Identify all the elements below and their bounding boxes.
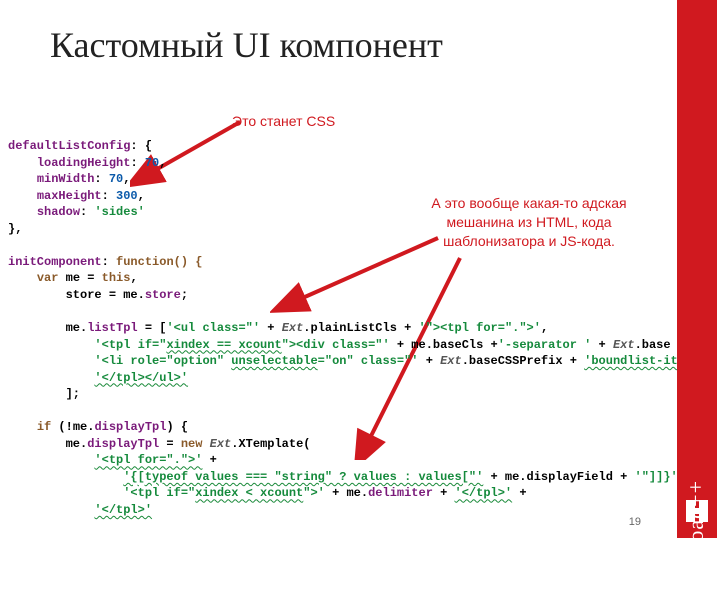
- code-snippet: defaultListConfig: { loadingHeight: 70, …: [8, 138, 648, 519]
- brand-sidebar: HighLoad++: [677, 0, 717, 538]
- annotation-css: Это станет CSS: [232, 112, 335, 131]
- brand-logo-icon: [684, 498, 710, 524]
- slide-title: Кастомный UI компонент: [50, 24, 443, 66]
- page-number: 19: [629, 516, 641, 528]
